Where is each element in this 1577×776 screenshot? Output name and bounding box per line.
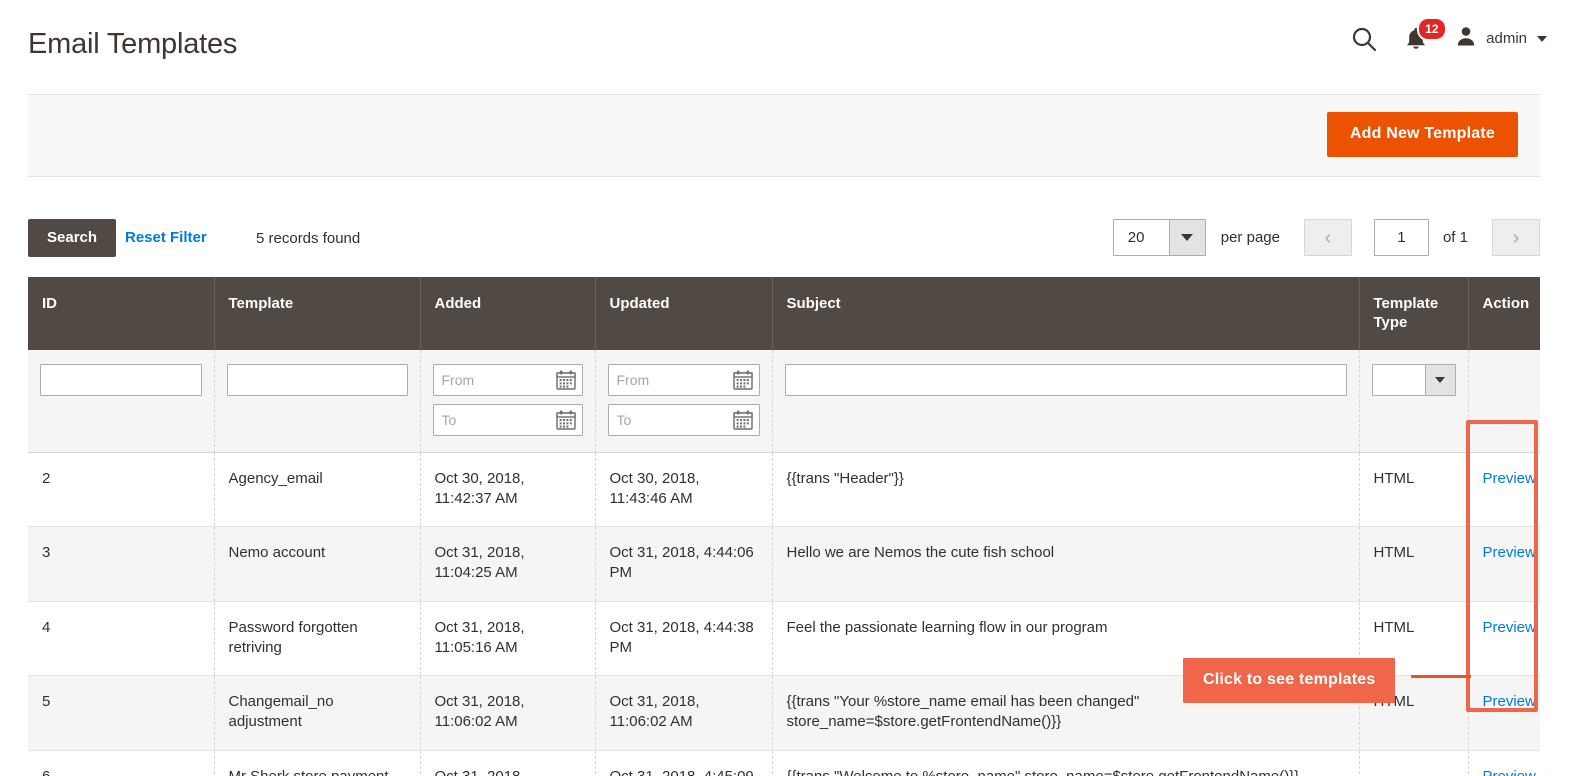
chevron-right-icon: › [1512, 226, 1520, 249]
column-header-added[interactable]: Added [420, 277, 596, 350]
cell-added: Oct 31, 2018, 11:05:16 AM [420, 601, 596, 676]
column-header-template-type[interactable]: Template Type [1359, 277, 1469, 350]
per-page-label: per page [1220, 229, 1280, 246]
calendar-icon[interactable] [732, 369, 754, 391]
per-page-select[interactable]: 20 [1112, 219, 1206, 256]
email-templates-page: Email Templates 12 admin Add New Templat… [0, 0, 1577, 776]
calendar-icon[interactable] [555, 369, 577, 391]
filter-cell-action [1468, 349, 1540, 453]
grid-toolbar: Search Reset Filter 5 records found 20 p… [28, 219, 1540, 259]
cell-template: Password forgotten retriving [214, 601, 421, 676]
filter-updated-to [607, 403, 760, 436]
current-page-input[interactable] [1373, 219, 1429, 256]
cell-template-type: HTML [1359, 526, 1469, 602]
table-row[interactable]: 2 Agency_email Oct 30, 2018, 11:42:37 AM… [28, 452, 1540, 527]
cell-id: 6 [28, 750, 215, 776]
cell-id: 3 [28, 526, 215, 602]
cell-template: Mr Sherk store payment failure [214, 750, 421, 776]
filter-template-type-select[interactable] [1371, 363, 1456, 396]
calendar-icon[interactable] [732, 409, 754, 431]
filter-added-from [432, 363, 583, 396]
filter-cell-template-type [1359, 349, 1469, 453]
search-icon[interactable] [1351, 26, 1377, 52]
cell-action: Preview [1468, 601, 1540, 676]
cell-updated: Oct 31, 2018, 4:44:06 PM [595, 526, 773, 602]
callout-connector-line [1411, 675, 1471, 678]
next-page-button[interactable]: › [1492, 219, 1540, 256]
column-header-template[interactable]: Template [214, 277, 421, 350]
cell-updated: Oct 31, 2018, 4:44:38 PM [595, 601, 773, 676]
cell-updated: Oct 31, 2018, 11:06:02 AM [595, 675, 773, 751]
column-header-subject[interactable]: Subject [772, 277, 1360, 350]
page-header: Email Templates 12 admin [0, 0, 1577, 86]
cell-id: 2 [28, 452, 215, 527]
cell-added: Oct 30, 2018, 11:42:37 AM [420, 452, 596, 527]
filter-id-input[interactable] [40, 363, 202, 396]
page-actions-bar: Add New Template [28, 94, 1540, 177]
grid-header-row: ID Template Added Updated Subject Templa… [28, 277, 1540, 350]
chevron-down-icon [1537, 35, 1547, 42]
total-pages-label: of 1 [1442, 229, 1468, 246]
add-new-template-button[interactable]: Add New Template [1326, 112, 1518, 157]
calendar-icon[interactable] [555, 409, 577, 431]
search-button[interactable]: Search [28, 219, 117, 257]
cell-action: Preview [1468, 526, 1540, 602]
cell-subject: {{trans "Header"}} [772, 452, 1360, 527]
records-found-label: 5 records found [256, 230, 361, 247]
pager: 20 per page ‹ of 1 › [1112, 219, 1540, 256]
cell-action: Preview [1468, 452, 1540, 527]
cell-id: 4 [28, 601, 215, 676]
cell-template: Changemail_no adjustment [214, 675, 421, 751]
cell-added: Oct 31, 2018, 11:04:25 AM [420, 526, 596, 602]
cell-added: Oct 31, 2018, 11:06:02 AM [420, 675, 596, 751]
user-avatar-icon [1455, 25, 1477, 52]
table-row[interactable]: 6 Mr Sherk store payment failure Oct 31,… [28, 750, 1540, 776]
cell-template-type [1359, 750, 1469, 776]
filter-template-input[interactable] [226, 363, 408, 396]
filter-cell-id [28, 349, 215, 453]
cell-template: Nemo account [214, 526, 421, 602]
filter-cell-subject [772, 349, 1360, 453]
admin-menu[interactable]: admin [1455, 25, 1547, 52]
chevron-down-icon[interactable] [1424, 364, 1455, 395]
filter-cell-added [420, 349, 596, 453]
cell-subject: {{trans "Welcome to %store_name" store_n… [772, 750, 1360, 776]
cell-added: Oct 31, 2018, 11:09:22 AM [420, 750, 596, 776]
header-tools: 12 admin [1351, 16, 1547, 52]
cell-updated: Oct 30, 2018, 11:43:46 AM [595, 452, 773, 527]
filter-subject-input[interactable] [784, 363, 1347, 396]
filter-updated-from [607, 363, 760, 396]
admin-user-name: admin [1486, 30, 1527, 47]
cell-subject: Hello we are Nemos the cute fish school [772, 526, 1360, 602]
cell-updated: Oct 31, 2018, 4:45:09 PM [595, 750, 773, 776]
preview-link[interactable]: Preview [1483, 619, 1536, 636]
filter-cell-updated [595, 349, 773, 453]
cell-template: Agency_email [214, 452, 421, 527]
preview-link[interactable]: Preview [1483, 470, 1536, 487]
preview-link[interactable]: Preview [1483, 693, 1536, 710]
filter-added-to [432, 403, 583, 436]
reset-filter-link[interactable]: Reset Filter [125, 229, 207, 246]
notification-count-badge: 12 [1417, 16, 1447, 41]
chevron-left-icon: ‹ [1324, 226, 1332, 249]
chevron-down-icon[interactable] [1168, 220, 1205, 255]
cell-template-type: HTML [1359, 452, 1469, 527]
cell-action: Preview [1468, 750, 1540, 776]
column-header-id[interactable]: ID [28, 277, 215, 350]
cell-id: 5 [28, 675, 215, 751]
notification-bell-icon[interactable]: 12 [1404, 16, 1447, 52]
per-page-value: 20 [1127, 229, 1145, 246]
cell-action: Preview [1468, 675, 1540, 751]
preview-link[interactable]: Preview [1483, 768, 1536, 776]
grid-filter-row [28, 349, 1540, 453]
column-header-action: Action [1468, 277, 1540, 350]
column-header-updated[interactable]: Updated [595, 277, 773, 350]
callout-tooltip: Click to see templates [1183, 658, 1396, 703]
filter-cell-template [214, 349, 421, 453]
page-title: Email Templates [28, 28, 238, 60]
table-row[interactable]: 3 Nemo account Oct 31, 2018, 11:04:25 AM… [28, 526, 1540, 602]
previous-page-button[interactable]: ‹ [1303, 219, 1352, 256]
preview-link[interactable]: Preview [1483, 544, 1536, 561]
